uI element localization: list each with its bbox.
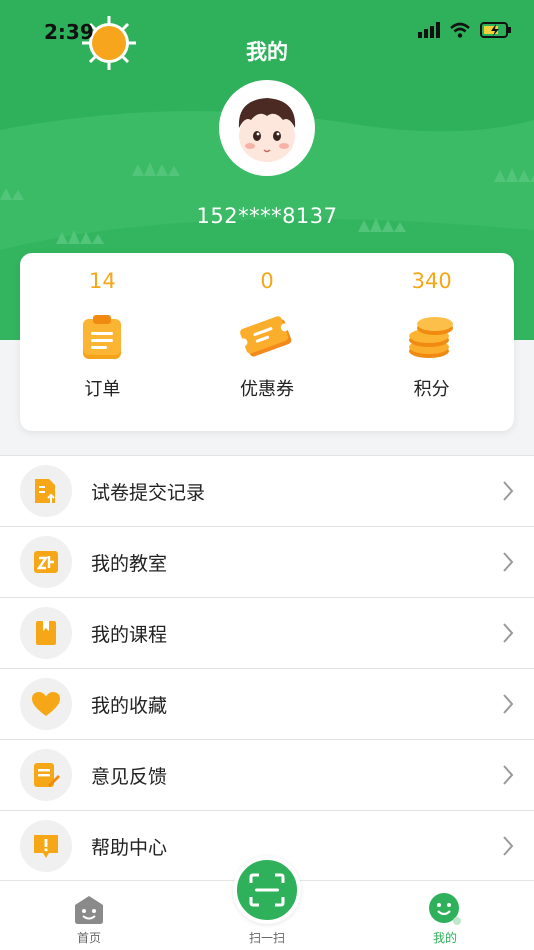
avatar[interactable] [219, 80, 315, 176]
tab-home-label: 首页 [76, 931, 101, 945]
exam-upload-icon [20, 465, 72, 517]
scan-button[interactable] [233, 856, 301, 924]
menu-item-courses[interactable]: 我的课程 [0, 598, 534, 669]
orders-count: 14 [88, 269, 116, 293]
scan-icon [249, 873, 285, 907]
avatar-image [225, 86, 309, 170]
heart-icon [20, 678, 72, 730]
phone-number: 152****8137 [196, 204, 338, 228]
chevron-right-icon [503, 481, 514, 501]
book-icon [20, 607, 72, 659]
stat-orders[interactable]: 14 订单 [20, 253, 185, 431]
chevron-right-icon [503, 694, 514, 714]
orders-label: 订单 [84, 379, 121, 400]
chevron-right-icon [503, 623, 514, 643]
chevron-right-icon [503, 765, 514, 785]
coupons-label: 优惠券 [240, 379, 294, 400]
menu-item-favorites[interactable]: 我的收藏 [0, 669, 534, 740]
smile-icon [429, 893, 461, 925]
menu-label: 帮助中心 [91, 836, 168, 859]
clipboard-icon [80, 309, 124, 365]
menu-item-feedback[interactable]: 意见反馈 [0, 740, 534, 811]
menu-label: 意见反馈 [91, 765, 168, 788]
coupon-icon [239, 309, 295, 365]
feedback-icon [20, 749, 72, 801]
stats-card: 14 订单 0 优惠券 340 积分 [20, 253, 514, 431]
stat-coupons[interactable]: 0 优惠券 [185, 253, 350, 431]
menu-label: 我的收藏 [91, 694, 168, 717]
coins-icon [407, 309, 457, 365]
chevron-right-icon [503, 836, 514, 856]
coupons-count: 0 [260, 269, 274, 293]
menu-label: 试卷提交记录 [91, 481, 206, 504]
points-label: 积分 [413, 379, 450, 400]
home-icon [75, 896, 103, 924]
menu-item-exam-records[interactable]: 试卷提交记录 [0, 456, 534, 527]
tab-scan-label: 扫一扫 [248, 931, 285, 945]
menu-label: 我的课程 [91, 623, 168, 646]
chevron-right-icon [503, 552, 514, 572]
menu-label: 我的教室 [91, 552, 168, 575]
tab-me-label: 我的 [432, 931, 457, 945]
tab-home[interactable]: 首页 [29, 881, 149, 950]
tab-me[interactable]: 我的 [385, 881, 505, 950]
stat-points[interactable]: 340 积分 [349, 253, 514, 431]
classroom-icon [20, 536, 72, 588]
menu-list: 试卷提交记录 我的教室 我的课程 我的收藏 意见反馈 帮助中心 [0, 455, 534, 882]
menu-item-classroom[interactable]: 我的教室 [0, 527, 534, 598]
help-icon [20, 820, 72, 872]
page-title: 我的 [246, 40, 288, 64]
points-count: 340 [411, 269, 452, 293]
